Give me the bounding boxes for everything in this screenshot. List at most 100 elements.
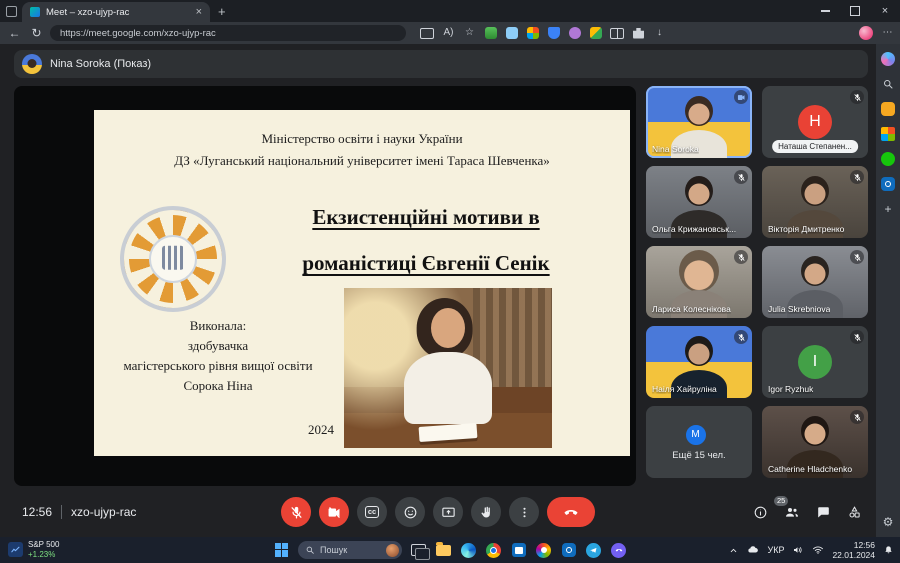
address-bar[interactable]: https://meet.google.com/xzo-ujyp-rac	[50, 25, 406, 41]
refresh-button[interactable]: ↻	[28, 27, 45, 39]
read-aloud-icon[interactable]: A)	[442, 28, 455, 38]
sidebar-add-icon[interactable]: +	[881, 202, 895, 216]
extension-green-icon[interactable]	[484, 27, 497, 39]
edge-sidebar: + ⚙	[876, 44, 900, 537]
window-maximize-button[interactable]	[840, 0, 870, 22]
extension-snowflake-icon[interactable]	[505, 27, 518, 39]
tab-title: Meet – xzo-ujyp-rac	[46, 7, 190, 18]
new-tab-button[interactable]: +	[218, 5, 226, 18]
telegram-button[interactable]	[585, 542, 602, 559]
people-panel-button[interactable]: 25	[784, 504, 800, 520]
volume-icon[interactable]	[792, 544, 804, 556]
settings-menu-button[interactable]: ⋯	[881, 28, 894, 38]
language-indicator[interactable]: УКР	[767, 545, 784, 555]
extensions-button[interactable]	[632, 28, 645, 39]
outlook-icon[interactable]	[881, 177, 895, 191]
camera-toggle-button[interactable]	[319, 497, 349, 527]
slide-photo	[344, 288, 552, 448]
participant-tile[interactable]: Catherine Hladchenko	[762, 406, 868, 478]
participant-tile[interactable]: Наіля Хайруліна	[646, 326, 752, 398]
activities-panel-button[interactable]	[847, 505, 862, 520]
image-icon	[590, 27, 602, 39]
meeting-code: xzo-ujyp-rac	[71, 505, 136, 519]
grid-icon	[527, 27, 539, 39]
slide-header-line2: ДЗ «Луганський національний університет …	[94, 150, 630, 172]
photos-icon	[536, 543, 551, 558]
store-button[interactable]	[510, 542, 527, 559]
file-explorer-button[interactable]	[435, 542, 452, 559]
present-button[interactable]	[433, 497, 463, 527]
mic-toggle-button[interactable]	[281, 497, 311, 527]
split-screen-button[interactable]	[610, 28, 624, 39]
stacked-avatars: M	[692, 424, 707, 446]
mic-muted-icon	[850, 170, 864, 184]
meeting-details-button[interactable]	[753, 505, 768, 520]
extension-image-icon[interactable]	[589, 27, 602, 39]
participant-tile[interactable]: I Igor Ryzhuk	[762, 326, 868, 398]
sidebar-settings-icon[interactable]: ⚙	[881, 515, 895, 529]
chrome-icon	[486, 543, 501, 558]
taskbar-search[interactable]: Пошук	[298, 541, 402, 559]
presenter-banner[interactable]: Nina Soroka (Показ)	[14, 50, 868, 78]
browser-tab-active[interactable]: Meet – xzo-ujyp-rac ×	[22, 2, 210, 22]
outlook-button[interactable]	[560, 542, 577, 559]
extension-shield-icon[interactable]	[547, 27, 560, 39]
participant-name: Лариса Колеснікова	[652, 304, 731, 314]
wifi-icon[interactable]	[812, 544, 824, 556]
participant-tile[interactable]: Ольга Крижановськ...	[646, 166, 752, 238]
participant-tile[interactable]: Вікторія Дмитренко	[762, 166, 868, 238]
downloads-button[interactable]: ↓	[653, 28, 666, 38]
viber-button[interactable]	[610, 542, 627, 559]
sidebar-search-icon[interactable]	[881, 77, 895, 91]
shield-icon	[548, 27, 560, 39]
tray-expand-button[interactable]	[728, 545, 739, 556]
media-cast-icon[interactable]	[420, 28, 434, 39]
back-button[interactable]: ←	[6, 27, 23, 39]
captions-button[interactable]: cc	[357, 497, 387, 527]
presenter-avatar	[22, 54, 42, 74]
window-controls: ×	[810, 0, 900, 22]
favorites-star-icon[interactable]: ☆	[463, 28, 476, 38]
chrome-browser-button[interactable]	[485, 542, 502, 559]
desktop: Meet – xzo-ujyp-rac × + × ← ↻ https://me…	[0, 0, 900, 563]
chat-panel-button[interactable]	[816, 505, 831, 520]
start-button[interactable]	[273, 542, 290, 559]
copilot-icon[interactable]	[881, 52, 895, 66]
slide-title: Екзистенційні мотиви в романістиці Євген…	[230, 194, 622, 286]
tab-close-icon[interactable]: ×	[196, 7, 202, 18]
notification-bell-icon[interactable]	[883, 545, 894, 556]
author-line: магістерського рівня вищої освіти	[94, 356, 342, 376]
more-options-button[interactable]	[509, 497, 539, 527]
onedrive-icon[interactable]	[747, 544, 759, 556]
widgets-button[interactable]: S&P 500 +1.23%	[8, 540, 59, 559]
mic-muted-icon	[850, 90, 864, 104]
avatar-letter: I	[798, 345, 832, 379]
more-participants-tile[interactable]: M Ещё 15 чел.	[646, 406, 752, 478]
window-minimize-button[interactable]	[810, 0, 840, 22]
author-line: Виконала:	[94, 316, 342, 336]
meet-app: Nina Soroka (Показ) Міністерство освіти …	[0, 44, 876, 537]
extension-grid-icon[interactable]	[526, 27, 539, 39]
extension-person-icon[interactable]	[568, 27, 581, 39]
participant-tile[interactable]: Лариса Колеснікова	[646, 246, 752, 318]
participant-tile[interactable]: Н Наташа Степанен...	[762, 86, 868, 158]
participant-tile[interactable]: Julia Skrebniova	[762, 246, 868, 318]
edge-browser-button[interactable]	[460, 542, 477, 559]
games-icon[interactable]	[881, 152, 895, 166]
microsoft365-icon[interactable]	[881, 127, 895, 141]
profile-avatar[interactable]	[859, 26, 873, 40]
participant-tile-self[interactable]: Nina Soroka	[646, 86, 752, 158]
divider	[61, 505, 62, 519]
shopping-icon[interactable]	[881, 102, 895, 116]
task-view-button[interactable]	[410, 542, 427, 559]
raise-hand-button[interactable]	[471, 497, 501, 527]
taskbar-clock[interactable]: 12:56 22.01.2024	[832, 540, 875, 560]
photos-button[interactable]	[535, 542, 552, 559]
reactions-button[interactable]	[395, 497, 425, 527]
workspaces-icon[interactable]	[0, 6, 22, 17]
end-call-button[interactable]	[547, 497, 595, 527]
camera-on-icon	[734, 90, 748, 104]
shared-screen-stage[interactable]: Міністерство освіти і науки України ДЗ «…	[14, 86, 636, 486]
window-close-button[interactable]: ×	[870, 0, 900, 22]
outlook-app-icon	[562, 543, 576, 557]
